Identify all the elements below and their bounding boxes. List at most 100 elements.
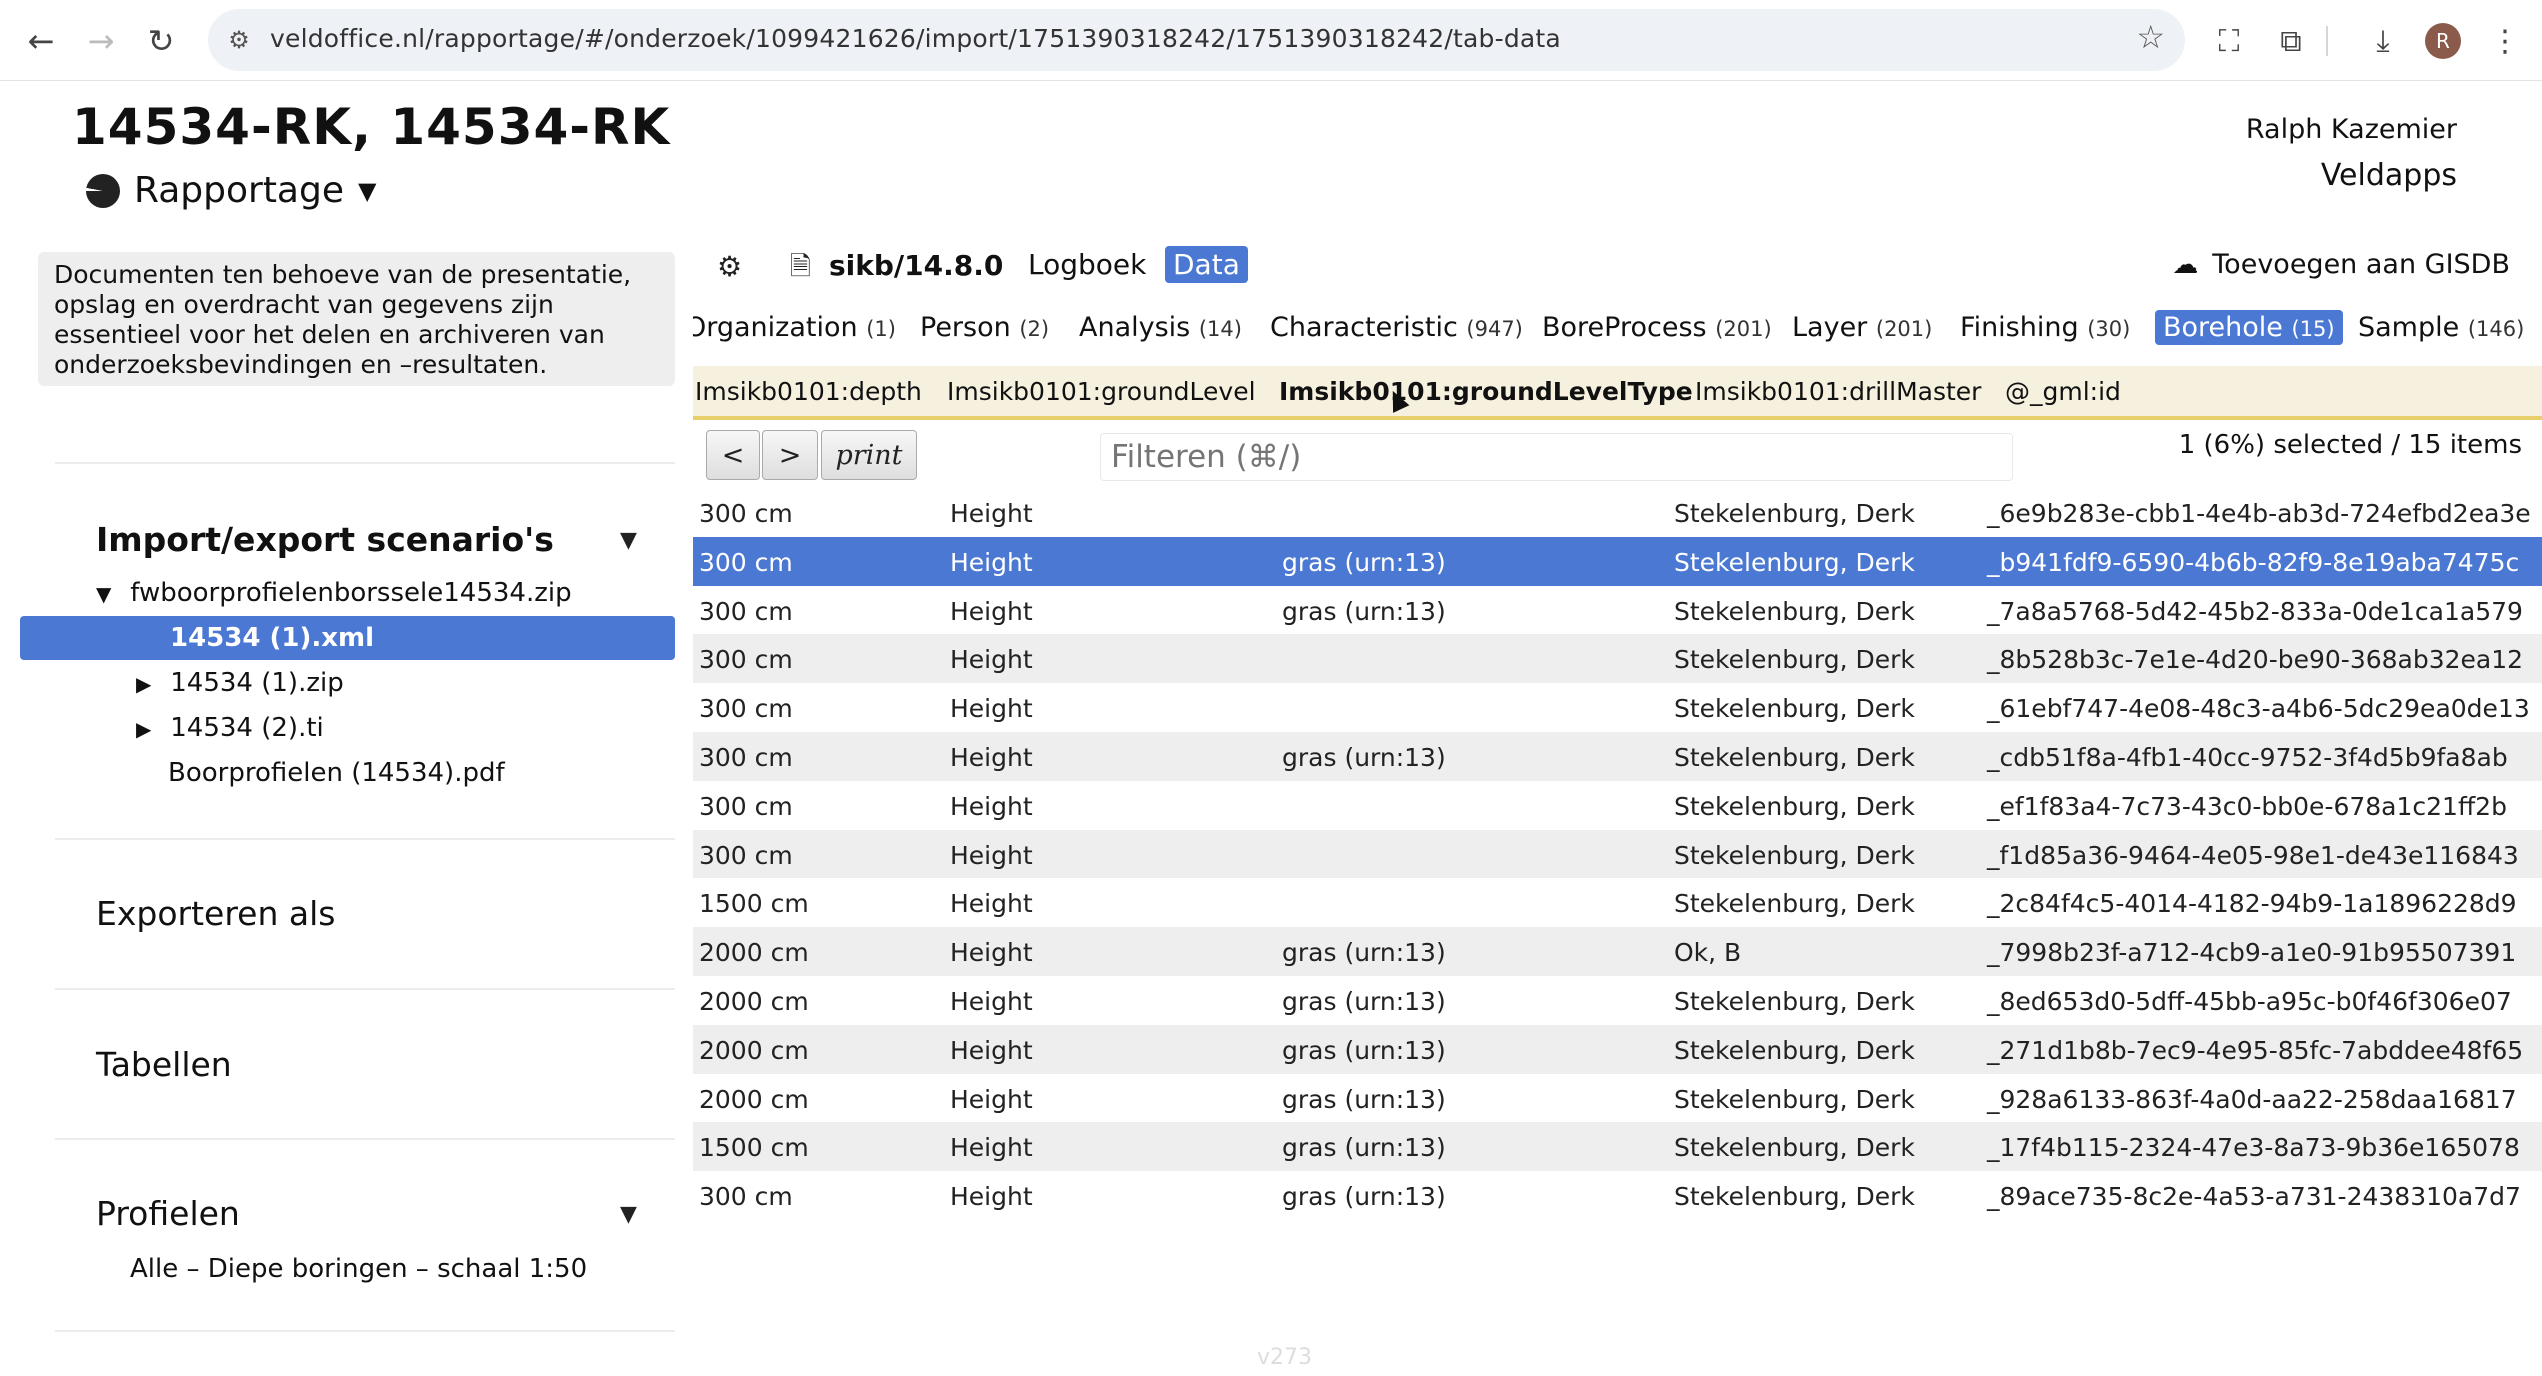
table-cell: gras (urn:13) (1282, 547, 1446, 577)
rapportage-menu[interactable]: Rapportage ▼ (86, 170, 376, 211)
tab-borehole[interactable]: Borehole (15) (2155, 310, 2343, 345)
table-cell: Stekelenburg, Derk (1674, 1133, 1915, 1163)
version-label: v273 (1257, 1345, 1313, 1370)
table-row[interactable]: 1500 cm Height Stekelenburg, Derk _2c84f4c5… (693, 878, 2542, 927)
table-row[interactable]: 300 cm Height Stekelenburg, Derk _8b528b3c-… (693, 634, 2542, 684)
table-cell: gras (urn:13) (1282, 1084, 1446, 1114)
collapsed-triangle-icon[interactable]: ▶ (136, 717, 162, 741)
app-name[interactable]: Veldapps (2321, 158, 2457, 193)
page-title: 14534-RK, 14534-RK (72, 98, 671, 156)
table-row[interactable]: 2000 cm Height gras (urn:13) Ok, B _7998b23f… (693, 927, 2542, 976)
table-row[interactable]: 300 cm Height Stekelenburg, Derk _61ebf747-… (693, 683, 2542, 732)
column-header-groundlevel[interactable]: Imsikb0101:groundLevel (947, 377, 1256, 406)
tab-sample[interactable]: Sample (146) (2350, 310, 2532, 345)
table-cell: Height (950, 938, 1033, 968)
table-cell: Stekelenburg, Derk (1674, 1182, 1915, 1212)
tab-analysis[interactable]: Analysis (14) (1071, 310, 1250, 345)
tree-item[interactable]: ▶ 14534 (2).ti (136, 713, 324, 743)
browser-menu-icon[interactable]: ⋮ (2482, 18, 2528, 64)
table-cell: _17f4b115-2324-47e3-8a73-9b36e165078 (1987, 1133, 2520, 1163)
collapsed-triangle-icon[interactable]: ▶ (136, 672, 162, 696)
table-row[interactable]: 2000 cm Height gras (urn:13) Stekelenburg, … (693, 1024, 2542, 1074)
table-cell: Height (950, 986, 1033, 1016)
divider (55, 838, 675, 840)
table-cell: Height (950, 742, 1033, 772)
table-row[interactable]: 300 cm Height Stekelenburg, Derk _ef1f83a4-… (693, 781, 2542, 830)
back-icon[interactable]: ← (18, 18, 64, 64)
extensions-icon[interactable]: ⧉ (2268, 18, 2314, 64)
table-cell: 300 cm (699, 499, 793, 528)
profiles-title[interactable]: Profielen (96, 1194, 240, 1233)
filter-input[interactable] (1100, 433, 2013, 481)
collapse-caret-icon[interactable]: ▼ (620, 528, 637, 553)
tab-organization[interactable]: Organization (1) (693, 310, 904, 345)
table-cell: 300 cm (699, 742, 793, 772)
table-row[interactable]: 300 cm Height Stekelenburg, Derk _6e9b283e-… (693, 488, 2542, 537)
expanded-triangle-icon[interactable]: ▼ (96, 582, 122, 606)
table-cell: 300 cm (699, 645, 793, 675)
tab-characteristic[interactable]: Characteristic (947) (1262, 310, 1531, 345)
tab-logboek[interactable]: Logboek (1020, 246, 1154, 283)
tab-person[interactable]: Person (2) (912, 310, 1057, 345)
profile-avatar[interactable]: R (2425, 23, 2461, 59)
add-to-gisdb-button[interactable]: ☁ Toevoegen aan GISDB (2172, 249, 2510, 280)
screen-capture-icon[interactable]: ⛶ (2206, 18, 2252, 64)
table-cell: _f1d85a36-9464-4e05-98e1-de43e116843 (1987, 840, 2519, 870)
print-button[interactable]: print (821, 430, 917, 480)
gear-icon[interactable]: ⚙ (717, 250, 742, 283)
table-row[interactable]: 2000 cm Height gras (urn:13) Stekelenburg, … (693, 1074, 2542, 1123)
column-header-gml-id[interactable]: @_gml:id (2005, 377, 2121, 406)
column-header-drillmaster[interactable]: Imsikb0101:drillMaster (1695, 377, 1981, 406)
table-row[interactable]: 300 cm Height gras (urn:13) Stekelenburg, D… (693, 536, 2542, 586)
table-cell: _ef1f83a4-7c73-43c0-bb0e-678a1c21ff2b (1987, 791, 2507, 821)
table-cell: 300 cm (699, 547, 793, 577)
table-cell: gras (urn:13) (1282, 1035, 1446, 1065)
forward-icon[interactable]: → (78, 18, 124, 64)
next-page-button[interactable]: > (762, 430, 818, 480)
tab-boreprocess[interactable]: BoreProcess (201) (1534, 310, 1780, 345)
column-header-depth[interactable]: Imsikb0101:depth (695, 377, 922, 406)
profile-item[interactable]: Alle – Diepe boringen – schaal 1:50 (130, 1254, 587, 1284)
toolbar-divider (2326, 26, 2328, 56)
table-cell: Height (950, 547, 1033, 577)
table-row[interactable]: 300 cm Height gras (urn:13) Stekelenburg, D… (693, 731, 2542, 781)
table-cell: gras (urn:13) (1282, 938, 1446, 968)
site-settings-icon[interactable]: ⚙ (222, 23, 256, 57)
table-cell: 2000 cm (699, 986, 809, 1016)
table-row[interactable]: 300 cm Height Stekelenburg, Derk _f1d85a36-… (693, 829, 2542, 879)
import-export-title[interactable]: Import/export scenario's (96, 520, 554, 559)
table-cell: Stekelenburg, Derk (1674, 1084, 1915, 1114)
address-bar[interactable]: ⚙ veldoffice.nl/rapportage/#/onderzoek/1… (208, 9, 2185, 71)
tree-item-selected[interactable]: 14534 (1).xml (170, 623, 374, 653)
table-row[interactable]: 300 cm Height gras (urn:13) Stekelenburg, D… (693, 586, 2542, 635)
table-cell: Stekelenburg, Derk (1674, 547, 1915, 577)
tab-data[interactable]: Data (1165, 246, 1248, 283)
download-icon[interactable]: ⤓ (2360, 18, 2406, 64)
table-cell: _2c84f4c5-4014-4182-94b9-1a1896228d9 (1987, 889, 2517, 919)
prev-page-button[interactable]: < (706, 430, 760, 480)
tables-title[interactable]: Tabellen (96, 1045, 232, 1084)
table-cell: Stekelenburg, Derk (1674, 1035, 1915, 1065)
user-name[interactable]: Ralph Kazemier (2246, 114, 2457, 145)
reload-icon[interactable]: ↻ (138, 18, 184, 64)
export-as-title[interactable]: Exporteren als (96, 894, 335, 933)
table-cell: 300 cm (699, 694, 793, 724)
table-cell: Height (950, 596, 1033, 626)
tree-root[interactable]: ▼ fwboorprofielenborssele14534.zip (96, 578, 572, 608)
url-text[interactable]: veldoffice.nl/rapportage/#/onderzoek/109… (270, 24, 1561, 53)
tab-finishing[interactable]: Finishing (30) (1952, 310, 2138, 345)
table-row[interactable]: 300 cm Height gras (urn:13) Stekelenburg, D… (693, 1171, 2542, 1220)
tab-layer[interactable]: Layer (201) (1784, 310, 1940, 345)
bookmark-star-icon[interactable]: ☆ (2136, 18, 2165, 56)
collapse-caret-icon[interactable]: ▼ (620, 1202, 637, 1227)
table-cell: Stekelenburg, Derk (1674, 742, 1915, 772)
data-table: 300 cm Height Stekelenburg, Derk _6e9b283e-… (693, 488, 2542, 1220)
table-cell: _cdb51f8a-4fb1-40cc-9752-3f4d5b9fa8ab (1987, 742, 2508, 772)
table-row[interactable]: 1500 cm Height gras (urn:13) Stekelenburg, … (693, 1122, 2542, 1172)
tree-item[interactable]: ▶ 14534 (1).zip (136, 668, 344, 698)
table-row[interactable]: 2000 cm Height gras (urn:13) Stekelenburg, … (693, 976, 2542, 1025)
info-box: Documenten ten behoeve van de presentati… (38, 252, 675, 386)
tree-item-pdf[interactable]: Boorprofielen (14534).pdf (168, 758, 505, 788)
column-header-groundleveltype[interactable]: Imsikb0101:groundLevelType (1279, 377, 1693, 406)
table-cell: 1500 cm (699, 889, 809, 919)
